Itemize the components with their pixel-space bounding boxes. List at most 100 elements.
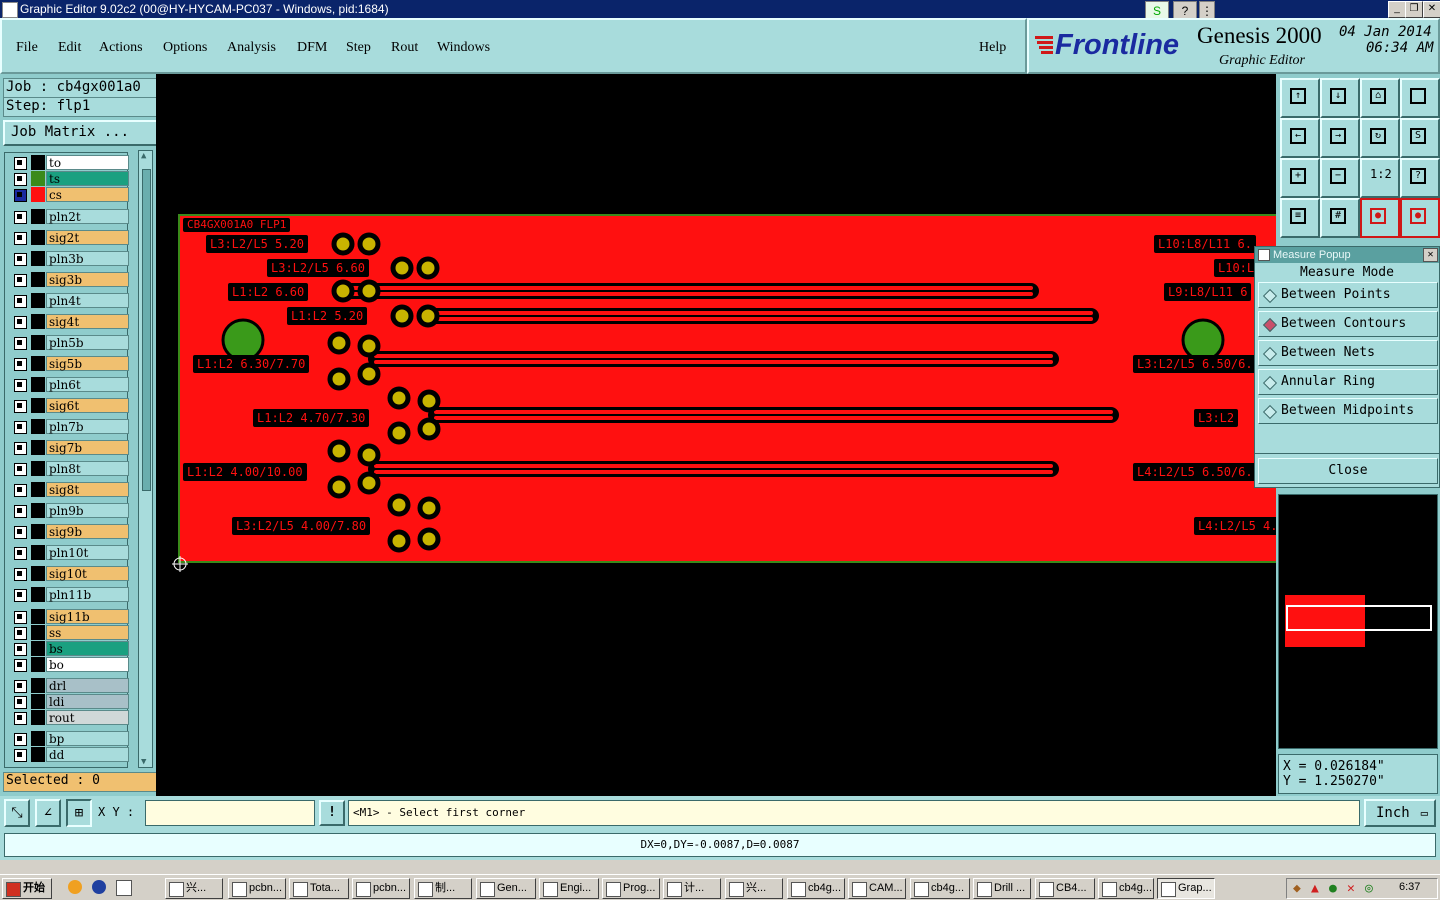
scrollbar-thumb[interactable] xyxy=(142,169,151,491)
layer-row-pln2t[interactable]: pln2t xyxy=(11,209,129,224)
layer-row-cs[interactable]: cs xyxy=(11,187,129,202)
layer-row-sig8t[interactable]: sig8t xyxy=(11,482,129,497)
layer-checkbox[interactable] xyxy=(14,484,27,497)
popup-close-icon[interactable]: ✕ xyxy=(1423,248,1438,262)
taskbar-item[interactable]: Gen... xyxy=(476,878,536,899)
tray-icon-2[interactable]: ▲ xyxy=(1311,881,1319,896)
redraw-button[interactable]: ↻ xyxy=(1360,118,1400,158)
menu-step[interactable]: Step xyxy=(346,40,371,56)
layer-row-pln9b[interactable]: pln9b xyxy=(11,503,129,518)
layer-name[interactable]: ts xyxy=(46,171,129,186)
layer-checkbox[interactable] xyxy=(14,358,27,371)
layer-row-sig9b[interactable]: sig9b xyxy=(11,524,129,539)
taskbar-item[interactable]: 兴... xyxy=(165,878,223,899)
clock-app-icon[interactable] xyxy=(68,880,82,894)
layer-name[interactable]: pln4t xyxy=(46,293,129,308)
close-icon[interactable]: ✕ xyxy=(1423,1,1440,18)
menu-actions[interactable]: Actions xyxy=(99,40,143,56)
layer-name[interactable]: sig10t xyxy=(46,566,129,581)
layer-row-bs[interactable]: bs xyxy=(11,641,129,656)
layer-row-pln5b[interactable]: pln5b xyxy=(11,335,129,350)
snap-icon[interactable]: ⤡ xyxy=(4,799,30,827)
layer-name[interactable]: pln9b xyxy=(46,503,129,518)
layer-checkbox[interactable] xyxy=(14,337,27,350)
taskbar-item[interactable]: cb4g... xyxy=(787,878,845,899)
layer-name[interactable]: pln10t xyxy=(46,545,129,560)
query-button[interactable]: ? xyxy=(1400,158,1440,198)
settings-button[interactable]: ≡ xyxy=(1280,198,1320,238)
layer-name[interactable]: dd xyxy=(46,747,129,762)
layer-name[interactable]: ss xyxy=(46,625,129,640)
layer-checkbox[interactable] xyxy=(14,316,27,329)
layer-name[interactable]: drl xyxy=(46,678,129,693)
layer-row-ss[interactable]: ss xyxy=(11,625,129,640)
layer-row-pln6t[interactable]: pln6t xyxy=(11,377,129,392)
taskbar-item[interactable]: Tota... xyxy=(289,878,349,899)
layer-row-pln7b[interactable]: pln7b xyxy=(11,419,129,434)
layer-checkbox[interactable] xyxy=(14,189,27,202)
layer-checkbox[interactable] xyxy=(14,400,27,413)
tray-icon-4[interactable]: ✕ xyxy=(1347,881,1355,896)
layer-name[interactable]: ldi xyxy=(46,694,129,709)
zoom-in-button[interactable]: + xyxy=(1280,158,1320,198)
layer-row-sig6t[interactable]: sig6t xyxy=(11,398,129,413)
layer-row-sig7b[interactable]: sig7b xyxy=(11,440,129,455)
layer-checkbox[interactable] xyxy=(14,627,27,640)
layer-view-button[interactable]: ● xyxy=(1360,198,1400,238)
layer-checkbox[interactable] xyxy=(14,232,27,245)
layer-name[interactable]: sig9b xyxy=(46,524,129,539)
grid-snap-icon[interactable]: ⊞ xyxy=(66,799,92,827)
pan-down-button[interactable]: ↓ xyxy=(1320,78,1360,118)
layer-checkbox[interactable] xyxy=(14,589,27,602)
layer-checkbox[interactable] xyxy=(14,442,27,455)
taskbar-item[interactable]: Drill ... xyxy=(973,878,1031,899)
layer-view2-button[interactable]: ● xyxy=(1400,198,1440,238)
layer-row-rout[interactable]: rout xyxy=(11,710,129,725)
mode-between-contours[interactable]: Between Contours xyxy=(1258,311,1438,337)
layer-checkbox[interactable] xyxy=(14,526,27,539)
taskbar-item[interactable]: 兴... xyxy=(725,878,783,899)
layer-row-bo[interactable]: bo xyxy=(11,657,129,672)
mode-between-midpoints[interactable]: Between Midpoints xyxy=(1258,398,1438,424)
layer-checkbox[interactable] xyxy=(14,505,27,518)
layer-row-pln11b[interactable]: pln11b xyxy=(11,587,129,602)
taskbar-item[interactable]: Engi... xyxy=(539,878,599,899)
layer-checkbox[interactable] xyxy=(14,274,27,287)
taskbar-item[interactable]: cb4g... xyxy=(1098,878,1154,899)
layer-row-ldi[interactable]: ldi xyxy=(11,694,129,709)
menu-dfm[interactable]: DFM xyxy=(297,40,327,56)
globe-app-icon[interactable] xyxy=(92,880,106,894)
layer-name[interactable]: sig3b xyxy=(46,272,129,287)
layer-name[interactable]: sig7b xyxy=(46,440,129,455)
menu-file[interactable]: File xyxy=(16,40,38,56)
layer-checkbox[interactable] xyxy=(14,712,27,725)
grid-button[interactable]: # xyxy=(1320,198,1360,238)
layer-checkbox[interactable] xyxy=(14,611,27,624)
layer-name[interactable]: to xyxy=(46,155,129,170)
layer-name[interactable]: pln8t xyxy=(46,461,129,476)
layer-checkbox[interactable] xyxy=(14,749,27,762)
taskbar-item[interactable]: cb4g... xyxy=(910,878,970,899)
layer-checkbox[interactable] xyxy=(14,253,27,266)
menu-edit[interactable]: Edit xyxy=(58,40,81,56)
taskbar-item[interactable]: CB4... xyxy=(1035,878,1095,899)
job-matrix-button[interactable]: Job Matrix ... xyxy=(3,120,163,146)
taskbar-item[interactable]: 计... xyxy=(663,878,721,899)
minimize-icon[interactable]: _ xyxy=(1388,1,1406,18)
layer-checkbox[interactable] xyxy=(14,157,27,170)
xy-input[interactable] xyxy=(145,800,315,826)
menu-windows[interactable]: Windows xyxy=(437,40,490,56)
tray-icon-5[interactable]: ◎ xyxy=(1365,881,1373,896)
angle-icon[interactable]: ∠ xyxy=(35,799,61,827)
menu-help[interactable]: Help xyxy=(979,40,1006,56)
layer-row-bp[interactable]: bp xyxy=(11,731,129,746)
menu-options[interactable]: Options xyxy=(163,40,207,56)
layer-row-pln3b[interactable]: pln3b xyxy=(11,251,129,266)
menu-rout[interactable]: Rout xyxy=(391,40,418,56)
graphic-canvas[interactable]: CB4GX001A0 FLP1 L3:L2/L5 5.20 L3:L2/L5 6… xyxy=(156,74,1276,796)
pcb-drawing[interactable] xyxy=(156,74,1276,796)
overview-viewport[interactable] xyxy=(1286,605,1432,631)
popup-close-button[interactable]: Close xyxy=(1258,458,1438,484)
notepad-app-icon[interactable] xyxy=(116,880,132,896)
layer-name[interactable]: sig5b xyxy=(46,356,129,371)
